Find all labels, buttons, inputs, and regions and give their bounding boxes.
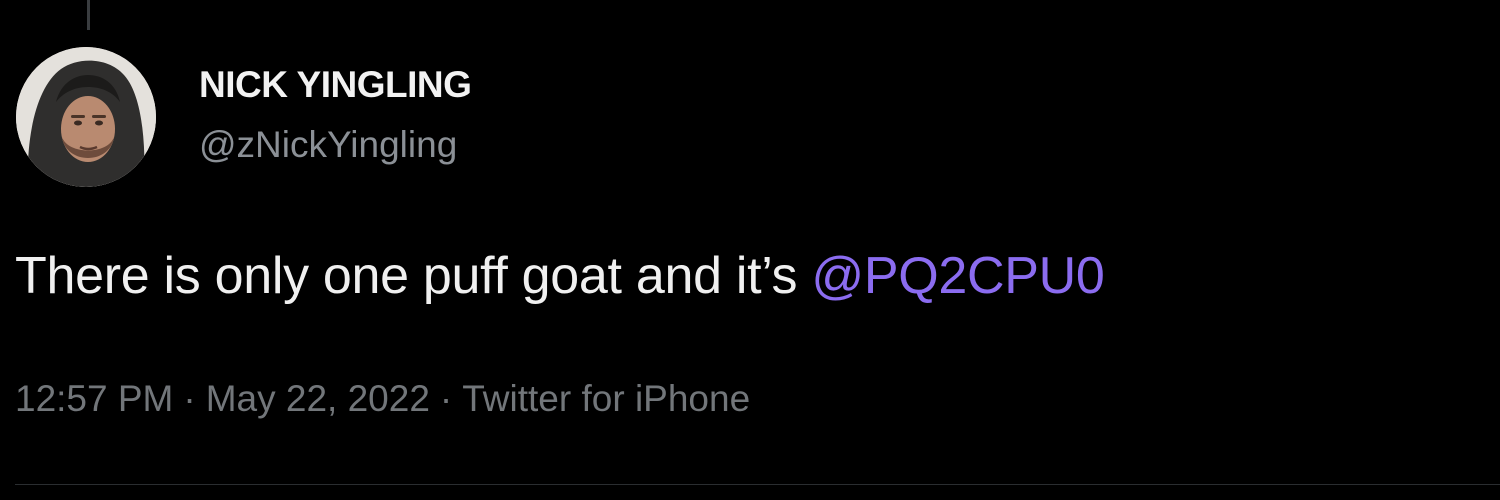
meta-separator: · [183, 378, 196, 419]
tweet-text: There is only one puff goat and it’s @PQ… [15, 246, 1105, 306]
author-display-name[interactable]: NICK YINGLING [199, 64, 472, 106]
divider [15, 484, 1500, 485]
profile-photo-icon [16, 47, 156, 187]
tweet-source[interactable]: Twitter for iPhone [462, 378, 750, 419]
tweet-meta: 12:57 PM · May 22, 2022 · Twitter for iPhone [15, 378, 750, 420]
tweet-body: There is only one puff goat and it’s [15, 247, 812, 305]
meta-separator: · [439, 378, 453, 419]
author-handle[interactable]: @zNickYingling [199, 124, 457, 166]
thread-connector-line [87, 0, 90, 30]
tweet-date[interactable]: May 22, 2022 [206, 378, 430, 419]
tweet-time[interactable]: 12:57 PM [15, 378, 173, 419]
mention-link[interactable]: @PQ2CPU0 [811, 247, 1104, 305]
avatar[interactable] [16, 47, 156, 187]
